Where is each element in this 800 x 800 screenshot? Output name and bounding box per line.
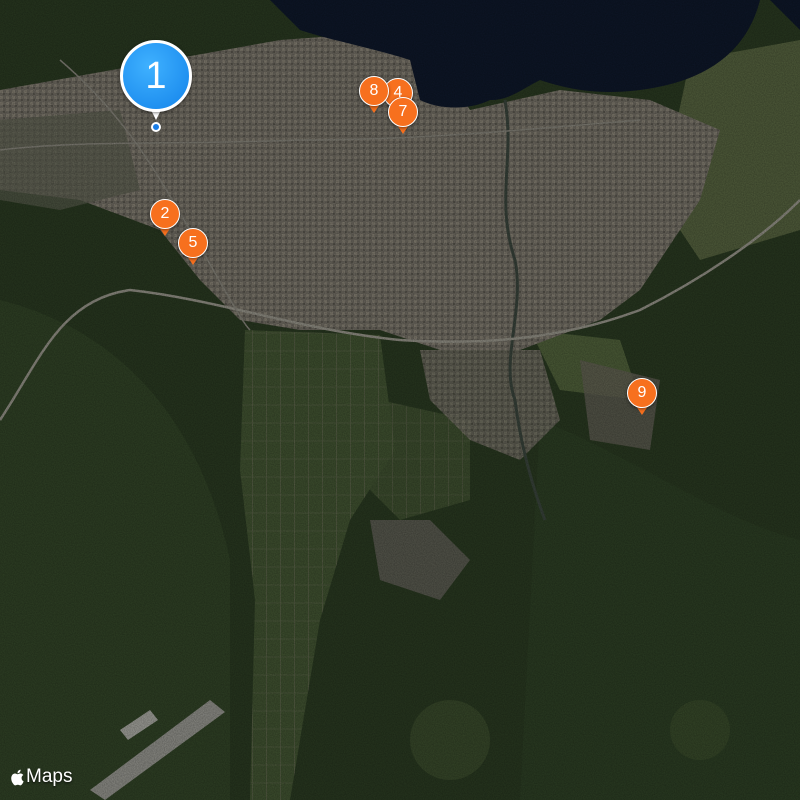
pin-7-badge: 7 xyxy=(388,97,418,127)
pin-9-badge: 9 xyxy=(627,378,657,408)
pin-5-badge: 5 xyxy=(178,228,208,258)
map-pin-2[interactable]: 2 xyxy=(150,199,180,241)
pin-1-location-dot xyxy=(151,122,161,132)
map-pin-8[interactable]: 8 xyxy=(359,76,389,118)
map-pin-5[interactable]: 5 xyxy=(178,228,208,270)
map-pin-9[interactable]: 9 xyxy=(627,378,657,420)
map-pin-1[interactable]: 1 xyxy=(120,40,192,136)
pin-8-badge: 8 xyxy=(359,76,389,106)
pin-2-badge: 2 xyxy=(150,199,180,229)
attribution-text: Maps xyxy=(26,766,73,787)
satellite-map[interactable]: 1 2 5 4 8 7 9 Maps xyxy=(0,0,800,800)
apple-logo-icon xyxy=(11,769,24,785)
maps-attribution[interactable]: Maps xyxy=(10,766,72,788)
pin-1-badge: 1 xyxy=(120,40,192,112)
map-pin-7[interactable]: 7 xyxy=(388,97,418,139)
